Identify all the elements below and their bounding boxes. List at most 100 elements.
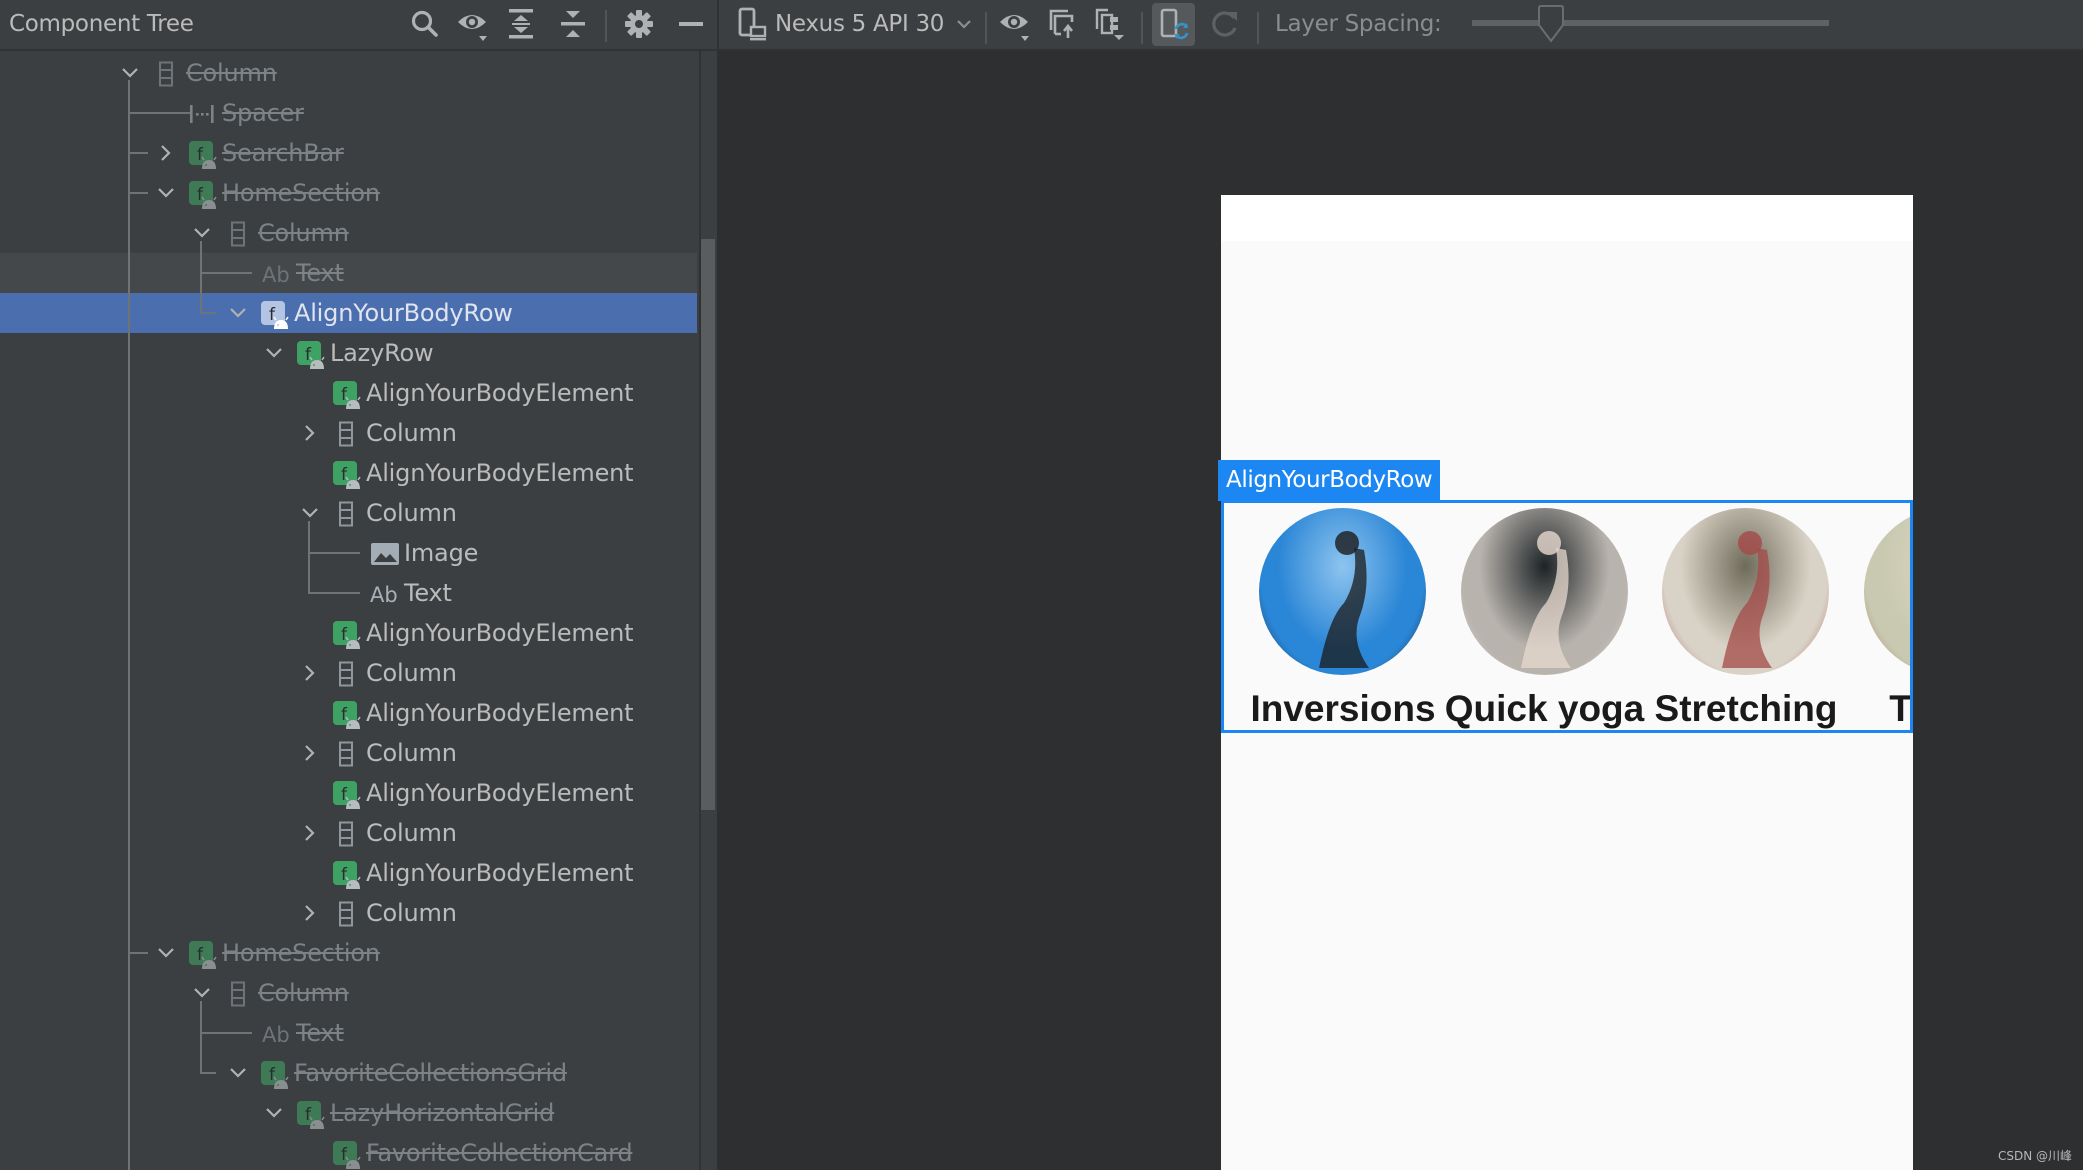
chevron-down-icon[interactable] [120, 63, 140, 83]
tree-row-label: Column [366, 819, 457, 847]
svg-text:Ab: Ab [262, 263, 290, 287]
text-icon: Ab [370, 581, 398, 607]
tree-row[interactable]: f HomeSection [0, 173, 697, 213]
layer-spacing-slider-thumb[interactable] [1536, 5, 1566, 43]
tree-row[interactable]: f AlignYourBodyElement [0, 453, 697, 493]
tree-row[interactable]: f FavoriteCollectionsGrid [0, 1053, 697, 1093]
panel-title: Component Tree [9, 11, 194, 37]
device-icon[interactable] [735, 6, 771, 42]
tree-scrollbar-thumb[interactable] [701, 239, 715, 810]
tree-row[interactable]: Column [0, 213, 697, 253]
chevron-down-icon[interactable] [264, 1103, 284, 1123]
tree-guide-line [308, 592, 360, 594]
text-icon: Ab [262, 1021, 290, 1047]
svg-text:f: f [269, 1065, 276, 1085]
chevron-down-icon[interactable] [228, 1063, 248, 1083]
tree-row-label: Image [404, 539, 479, 567]
column-icon [225, 981, 251, 1007]
tree-guide-line [200, 272, 252, 274]
tree-row-label: AlignYourBodyElement [366, 859, 634, 887]
chevron-down-icon[interactable] [192, 223, 212, 243]
tree-row-label: Spacer [222, 99, 304, 127]
gear-icon[interactable] [621, 6, 657, 42]
tree-row-label: Text [296, 259, 344, 287]
tree-row[interactable]: Column [0, 973, 697, 1013]
tree-row[interactable]: f FavoriteCollectionCard [0, 1133, 697, 1170]
chevron-down-icon[interactable] [156, 183, 176, 203]
align-your-body-row-highlight[interactable]: InversionsQuick yogaStretching Tabata [1221, 500, 1913, 733]
tree-row[interactable]: f LazyHorizontalGrid [0, 1093, 697, 1133]
tree-row[interactable]: f AlignYourBodyElement [0, 613, 697, 653]
element-label: Quick yoga [1444, 688, 1645, 729]
tree-row[interactable]: Ab Text [0, 1013, 697, 1053]
chevron-down-icon[interactable] [264, 343, 284, 363]
tree-row[interactable]: Column [0, 893, 697, 933]
display-options-icon[interactable] [997, 6, 1033, 42]
tree-row-label: Column [258, 979, 349, 1007]
chevron-down-icon[interactable] [228, 303, 248, 323]
tree-guide-line [308, 552, 360, 554]
svg-text:f: f [305, 1105, 312, 1125]
column-icon [333, 501, 359, 527]
tree-guide-line [200, 1072, 216, 1074]
composable-icon: f [189, 141, 217, 169]
refresh-icon[interactable] [1206, 6, 1242, 42]
tree-row[interactable]: f SearchBar [0, 133, 697, 173]
status-bar [1221, 195, 1913, 241]
tree-row[interactable]: Column [0, 733, 697, 773]
collapse-all-icon[interactable] [555, 6, 591, 42]
tree-row[interactable]: f AlignYourBodyElement [0, 853, 697, 893]
chevron-right-icon[interactable] [300, 423, 320, 443]
layer-tree-icon[interactable] [1092, 6, 1128, 42]
tree-row[interactable]: f AlignYourBodyRow [0, 293, 697, 333]
chevron-right-icon[interactable] [300, 823, 320, 843]
chevron-right-icon[interactable] [300, 903, 320, 923]
tree-row[interactable]: f AlignYourBodyElement [0, 773, 697, 813]
chevron-right-icon[interactable] [156, 143, 176, 163]
composable-icon: f [333, 621, 361, 649]
export-snapshot-icon[interactable] [1045, 6, 1081, 42]
live-updates-button[interactable] [1152, 3, 1195, 46]
tree-row-label: Column [366, 659, 457, 687]
tree-row-label: AlignYourBodyElement [366, 379, 634, 407]
tree-row-label: Column [186, 59, 277, 87]
tree-guide-line [308, 521, 310, 594]
tree-row[interactable]: Column [0, 653, 697, 693]
device-selector[interactable]: Nexus 5 API 30 [775, 11, 944, 37]
minimize-icon[interactable] [673, 6, 709, 42]
eye-filter-icon[interactable] [455, 6, 491, 42]
tree-row[interactable]: Ab Text [0, 253, 697, 293]
tree-row[interactable]: f AlignYourBodyElement [0, 693, 697, 733]
tree-row[interactable]: Spacer [0, 93, 697, 133]
tree-row-label: HomeSection [222, 179, 380, 207]
tree-row-label: Text [296, 1019, 344, 1047]
chevron-right-icon[interactable] [300, 663, 320, 683]
chevron-down-icon[interactable] [156, 943, 176, 963]
search-icon[interactable] [407, 6, 443, 42]
tree-row[interactable]: f HomeSection [0, 933, 697, 973]
tree-row[interactable]: Column [0, 813, 697, 853]
tree-row-label: LazyRow [330, 339, 434, 367]
svg-text:f: f [305, 345, 312, 365]
chevron-down-icon[interactable] [300, 503, 320, 523]
expand-all-icon[interactable] [503, 6, 539, 42]
tree-row[interactable]: f AlignYourBodyElement [0, 373, 697, 413]
tree-row[interactable]: f LazyRow [0, 333, 697, 373]
column-icon [333, 741, 359, 767]
chevron-down-icon[interactable] [946, 6, 982, 42]
chevron-down-icon[interactable] [192, 983, 212, 1003]
watermark: CSDN @川峰 [1998, 1149, 2073, 1163]
composable-icon: f [297, 1101, 325, 1129]
tree-row[interactable]: Column [0, 413, 697, 453]
svg-text:f: f [197, 185, 204, 205]
tree-row[interactable]: Column [0, 493, 697, 533]
chevron-right-icon[interactable] [300, 743, 320, 763]
column-icon [333, 421, 359, 447]
toolbar-separator [1257, 12, 1259, 44]
element-label: Stretching [1654, 688, 1838, 729]
tree-row[interactable]: Column [0, 53, 697, 93]
svg-text:f: f [341, 385, 348, 405]
svg-text:f: f [269, 305, 276, 325]
tree-row-label: Column [366, 419, 457, 447]
layer-spacing-slider[interactable] [1472, 20, 1829, 26]
